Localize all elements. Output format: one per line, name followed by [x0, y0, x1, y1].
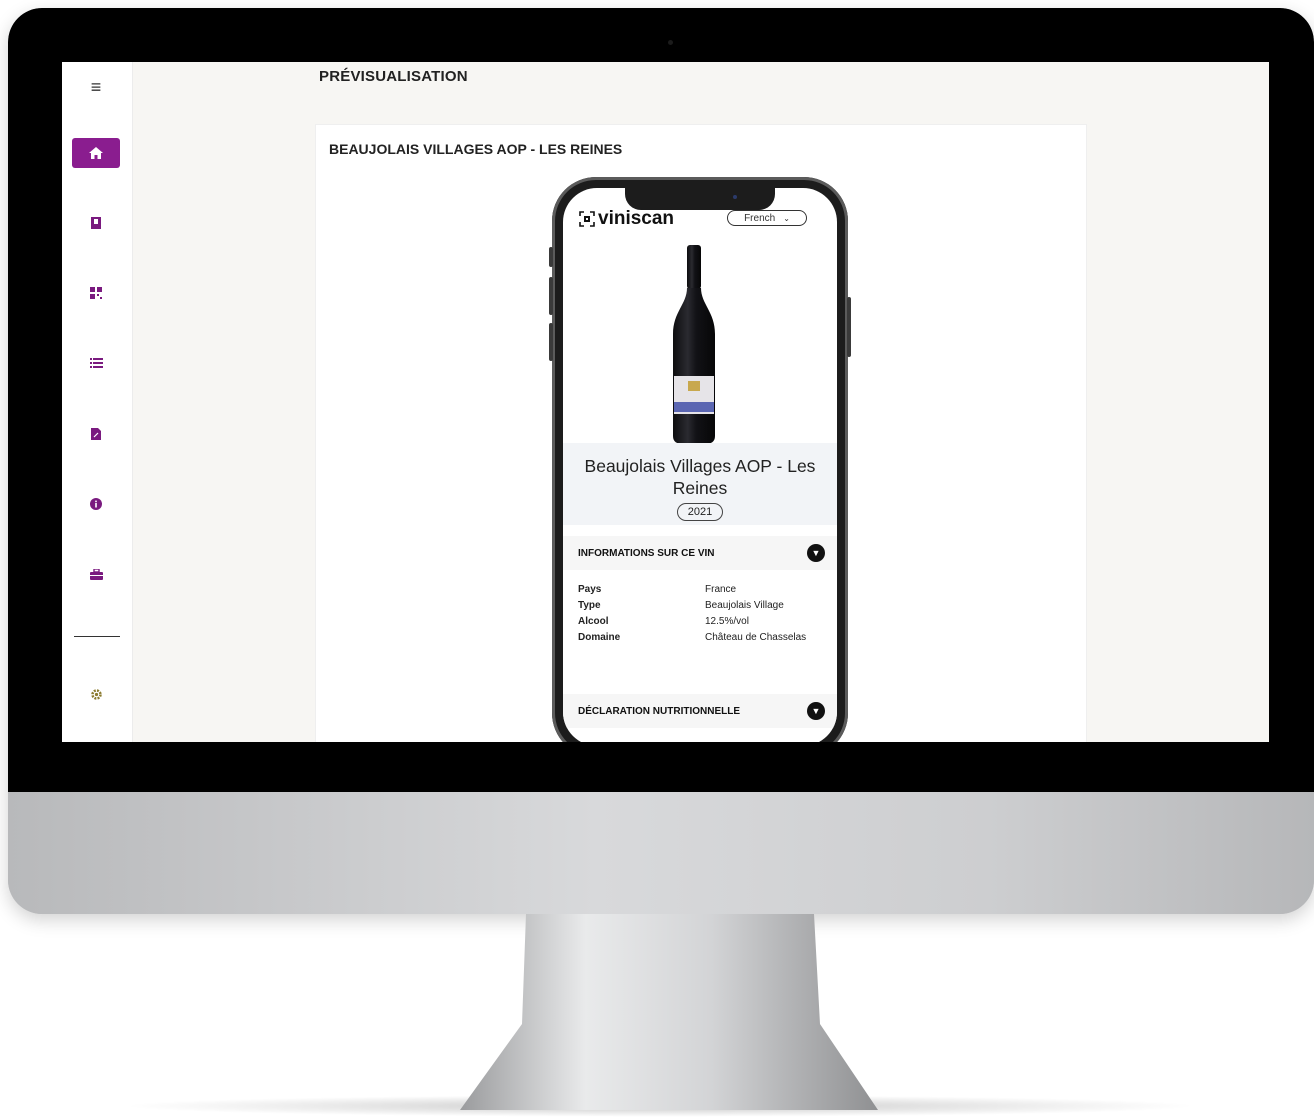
language-value: French: [744, 212, 776, 224]
imac-monitor: ≡ PRÉVISUALISATION BEAUJOLAIS VILLAGES A…: [8, 8, 1314, 914]
chevron-down-icon: ⌄: [783, 213, 790, 223]
info-row-alcool: Alcool 12.5%/vol: [578, 614, 823, 630]
monitor-stand: [460, 914, 878, 1110]
sidebar-divider: [74, 636, 120, 637]
app-screen: ≡ PRÉVISUALISATION BEAUJOLAIS VILLAGES A…: [62, 62, 1269, 742]
nutrition-section-header[interactable]: DÉCLARATION NUTRITIONNELLE ▼: [563, 694, 837, 728]
info-key: Pays: [578, 584, 602, 595]
info-section-header[interactable]: INFORMATIONS SUR CE VIN ▼: [563, 536, 837, 570]
info-row-type: Type Beaujolais Village: [578, 598, 823, 614]
chevron-down-icon: ▼: [807, 544, 825, 562]
webcam: [668, 40, 673, 45]
bookmark-icon[interactable]: [72, 208, 120, 238]
qr-code-icon: [579, 211, 595, 227]
info-row-pays: Pays France: [578, 582, 823, 598]
monitor-chin: [8, 792, 1314, 914]
phone-volume-down: [549, 323, 553, 361]
phone-screen: viniscan French ⌄ Beaujolais Villages AO…: [563, 188, 837, 742]
info-icon[interactable]: [72, 489, 120, 519]
vintage-badge: 2021: [676, 503, 724, 521]
wine-name: Beaujolais Villages AOP - Les Reines: [584, 456, 816, 498]
phone-volume-up: [549, 277, 553, 315]
home-icon[interactable]: [72, 138, 120, 168]
list-icon[interactable]: [72, 348, 120, 378]
preview-card: BEAUJOLAIS VILLAGES AOP - LES REINES vin…: [315, 124, 1087, 742]
page-title: PRÉVISUALISATION: [319, 68, 468, 85]
brand-name: viniscan: [598, 208, 675, 229]
wine-info-table: Pays France Type Beaujolais Village Alco…: [578, 582, 823, 646]
info-row-domaine: Domaine Château de Chasselas: [578, 630, 823, 646]
info-key: Domaine: [578, 632, 621, 643]
phone-notch: [625, 188, 775, 210]
front-camera: [733, 195, 737, 199]
wine-title: BEAUJOLAIS VILLAGES AOP - LES REINES: [329, 141, 623, 157]
info-key: Type: [578, 600, 601, 611]
wine-caption: Beaujolais Villages AOP - Les Reines 202…: [563, 443, 837, 525]
chevron-down-icon: ▼: [807, 702, 825, 720]
phone-side-button: [549, 247, 553, 267]
pdf-icon[interactable]: [72, 419, 120, 449]
info-section-title: INFORMATIONS SUR CE VIN: [578, 547, 715, 559]
nutrition-section-title: DÉCLARATION NUTRITIONNELLE: [578, 705, 741, 717]
phone-mockup: viniscan French ⌄ Beaujolais Villages AO…: [549, 177, 851, 742]
info-value: France: [705, 584, 737, 595]
brand-logo: viniscan: [579, 208, 674, 230]
language-select[interactable]: French ⌄: [727, 210, 807, 226]
gear-icon[interactable]: [72, 679, 120, 709]
info-value: 12.5%/vol: [705, 616, 749, 627]
monitor-bezel: ≡ PRÉVISUALISATION BEAUJOLAIS VILLAGES A…: [8, 8, 1314, 792]
phone-power-button: [847, 297, 851, 357]
qr-grid-icon[interactable]: [72, 278, 120, 308]
info-value: Château de Chasselas: [705, 632, 807, 643]
info-key: Alcool: [578, 616, 609, 627]
sidebar: ≡: [62, 62, 133, 742]
info-value: Beaujolais Village: [705, 600, 784, 611]
wine-bottle-image: [563, 238, 837, 453]
briefcase-icon[interactable]: [72, 559, 120, 589]
menu-icon[interactable]: ≡: [72, 72, 120, 102]
